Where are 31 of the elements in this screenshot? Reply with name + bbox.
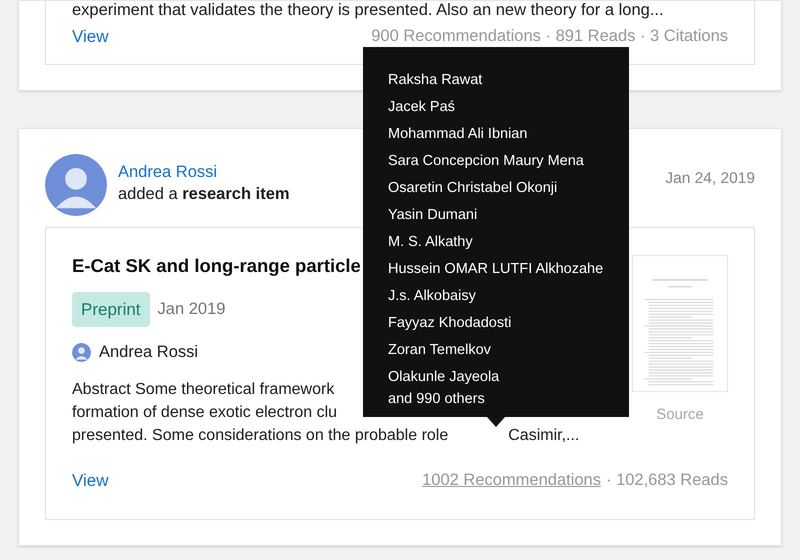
stats-text: 900 Recommendations · 891 Reads · 3 Citations [371, 26, 728, 48]
view-link[interactable]: View [72, 468, 109, 494]
preview-caption: Source [656, 404, 704, 424]
recommender-name[interactable]: J.s. Alkobaisy [388, 283, 629, 310]
activity-text: added a research item [118, 184, 290, 204]
recommender-name[interactable]: Raksha Rawat [388, 67, 629, 94]
post-date: Jan 24, 2019 [665, 168, 755, 188]
recommender-name[interactable]: Fayyaz Khodadosti [388, 310, 629, 337]
author-link[interactable]: Andrea Rossi [118, 160, 290, 182]
avatar[interactable] [45, 154, 107, 216]
abstract-line: Abstract Some theoretical framework [72, 380, 334, 400]
reads-count: · 102,683 Reads [606, 470, 728, 492]
recommender-name[interactable]: Osaretin Christabel Okonji [388, 175, 629, 202]
type-badge: Preprint [72, 292, 150, 327]
abstract-line: presented. Some considerations on the probable role [72, 426, 448, 446]
recommender-name[interactable]: Olakunle Jayeola [388, 364, 629, 391]
abstract-line: Casimir,... [508, 426, 580, 446]
publication-date: Jan 2019 [158, 298, 226, 320]
author-name[interactable]: Andrea Rossi [99, 340, 198, 365]
abstract-line: formation of dense exotic electron clu [72, 402, 338, 423]
recommender-name[interactable]: Sara Concepcion Maury Mena [388, 148, 629, 175]
recommender-name[interactable]: Zoran Temelkov [388, 337, 629, 364]
recommender-name[interactable]: Jacek Paś [388, 94, 629, 121]
recommender-name[interactable]: Yasin Dumani [388, 202, 629, 229]
recommender-name[interactable]: Hussein OMAR LUTFI Alkhozahe [388, 256, 629, 283]
others-count: and 990 others [388, 391, 486, 407]
author-avatar [72, 342, 91, 362]
recommender-name[interactable]: Mohammad Ali Ibnian [388, 121, 629, 148]
abstract-excerpt: experiment that validates the theory is presented. Also an new theory for a long... [72, 1, 665, 19]
recommender-name[interactable]: M. S. Alkathy [388, 229, 629, 256]
view-link[interactable]: View [72, 24, 109, 50]
